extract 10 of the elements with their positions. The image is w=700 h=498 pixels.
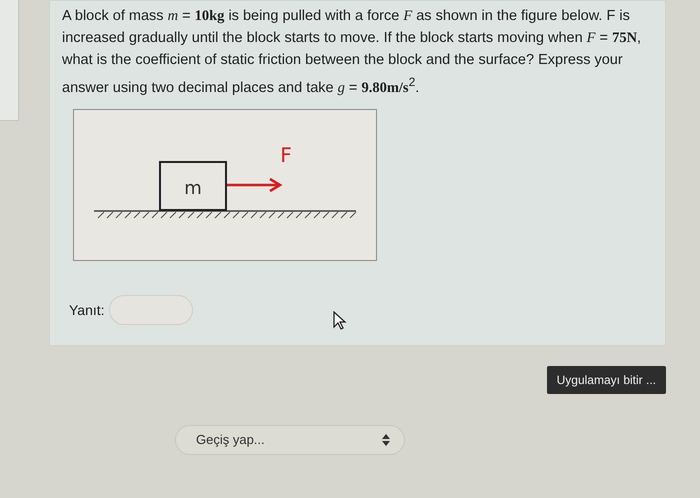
force-label: F (280, 142, 292, 167)
mouse-pointer-icon (333, 310, 347, 331)
finish-button[interactable]: Uygulamayı bitir ... (546, 366, 666, 394)
answer-label: Yanıt: (69, 302, 106, 318)
block-drawing (159, 160, 227, 211)
question-text: A block of mass m = 10kg is being pulled with a force F as shown in the figure below. F is increased gradually until the block starts to move. If the block starts moving when F = 75N, what is the coefficient of static friction between the block and the surface? Express your answer using two decimal places and take g = 9.80m/s$^{2}$. (62, 7, 642, 98)
jump-select[interactable]: Geçiş yap... (175, 424, 405, 455)
force-arrow (227, 178, 282, 192)
updown-caret-icon (382, 434, 390, 446)
block-label: m (184, 178, 202, 199)
